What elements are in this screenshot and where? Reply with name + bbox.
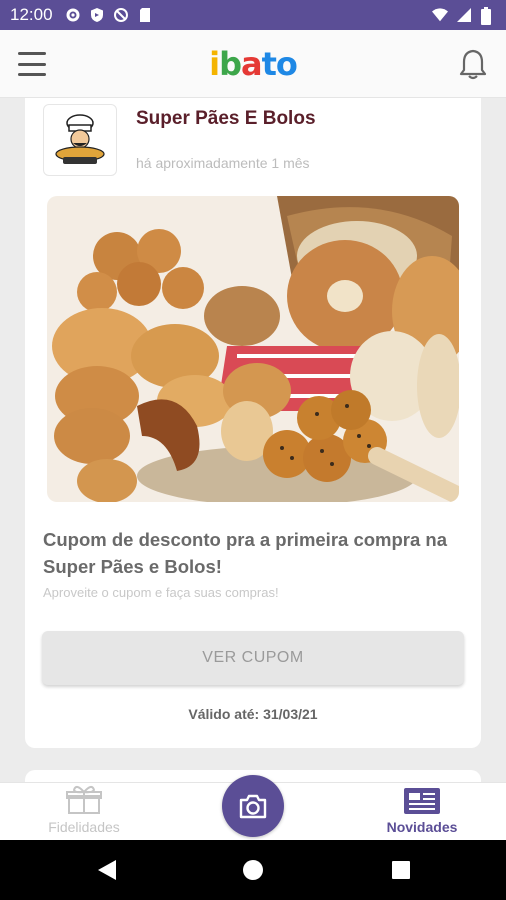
home-icon[interactable] (242, 858, 264, 887)
status-time: 12:00 (10, 5, 53, 24)
settings-icon (65, 7, 81, 23)
post-image[interactable] (47, 196, 459, 502)
recents-icon[interactable] (390, 858, 412, 887)
coupon-validity: Válido até: 31/03/21 (188, 706, 318, 722)
tab-fidelidades[interactable]: Fidelidades (14, 783, 154, 841)
camera-icon (239, 794, 267, 819)
app-bar: i b a t o (0, 30, 506, 98)
tab-label: Fidelidades (48, 819, 120, 835)
ibato-logo: i b a t o (209, 44, 298, 83)
store-avatar[interactable] (43, 104, 117, 176)
gift-icon (66, 786, 102, 814)
newspaper-icon (404, 788, 440, 814)
data-saver-icon (113, 7, 129, 23)
menu-icon[interactable] (18, 52, 46, 76)
post-card: Super Pães E Bolos há aproximadamente 1 … (25, 98, 481, 748)
logo-letter: i (209, 44, 220, 83)
sd-card-icon (137, 7, 153, 23)
shield-icon (89, 7, 105, 23)
see-coupon-button[interactable]: VER CUPOM (42, 631, 464, 685)
system-nav-bar (0, 840, 506, 900)
tab-novidades[interactable]: Novidades (352, 783, 492, 841)
logo-letter: o (275, 44, 298, 83)
camera-button[interactable] (222, 775, 284, 837)
logo-letter: t (261, 44, 277, 83)
status-bar: 12:00 (0, 0, 506, 30)
battery-icon (480, 7, 496, 25)
baker-logo-icon (55, 114, 105, 164)
post-timestamp: há aproximadamente 1 mês (136, 155, 310, 171)
tab-label: Novidades (386, 819, 458, 835)
logo-letter: a (241, 44, 263, 83)
back-icon[interactable] (96, 858, 118, 887)
post-title: Cupom de desconto pra a primeira compra … (43, 529, 448, 577)
signal-icon (456, 7, 472, 23)
store-name[interactable]: Super Pães E Bolos (136, 108, 316, 130)
post-subtitle: Aproveite o cupom e faça suas compras! (43, 585, 279, 600)
bell-icon[interactable] (458, 48, 488, 80)
wifi-icon (432, 7, 448, 23)
logo-letter: b (219, 44, 242, 83)
